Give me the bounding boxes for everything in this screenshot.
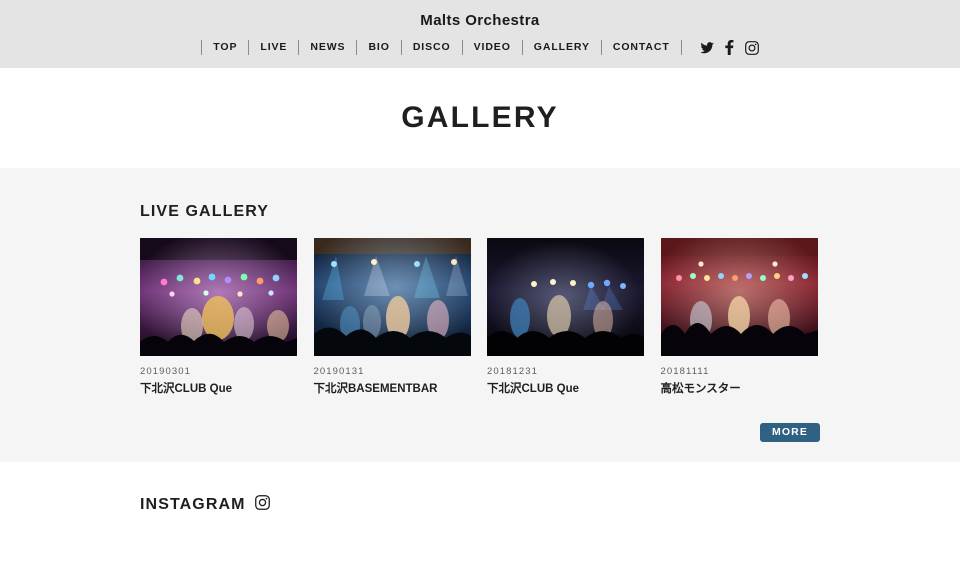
instagram-icon[interactable] [744, 40, 759, 55]
instagram-icon[interactable] [254, 495, 270, 515]
nav-item-top[interactable]: TOP [202, 40, 248, 55]
nav-item-news[interactable]: NEWS [299, 40, 356, 55]
main-navigation: TOP LIVE NEWS BIO DISCO VIDEO GALLERY CO… [0, 40, 960, 55]
nav-item-video[interactable]: VIDEO [463, 40, 522, 55]
gallery-thumbnail[interactable] [660, 238, 818, 356]
gallery-card-venue: 下北沢CLUB Que [140, 383, 232, 396]
instagram-heading-row: INSTAGRAM [140, 462, 820, 515]
gallery-card[interactable]: 20190301 下北沢CLUB Que [140, 238, 297, 397]
nav-item-contact[interactable]: CONTACT [602, 40, 681, 55]
gallery-card-venue: 下北沢CLUB Que [487, 383, 579, 396]
nav-item-disco[interactable]: DISCO [402, 40, 462, 55]
instagram-section: INSTAGRAM [0, 462, 960, 584]
gallery-thumbnail[interactable] [140, 238, 297, 356]
gallery-card-row: 20190301 下北沢CLUB Que 20190131 下北沢BASEMEN… [140, 238, 820, 397]
gallery-card[interactable]: 20181231 下北沢CLUB Que [487, 238, 644, 397]
section-heading-instagram: INSTAGRAM [140, 496, 246, 513]
gallery-thumbnail[interactable] [313, 238, 471, 356]
social-links [700, 40, 759, 55]
more-button-wrap: MORE [140, 423, 820, 443]
gallery-card-venue: 高松モンスター [660, 383, 741, 396]
facebook-icon[interactable] [725, 40, 734, 55]
nav-item-gallery[interactable]: GALLERY [523, 40, 601, 55]
gallery-card[interactable]: 20181111 高松モンスター [660, 238, 818, 397]
gallery-card-date: 20181111 [660, 366, 710, 377]
gallery-card-date: 20190131 [313, 366, 365, 377]
nav-item-bio[interactable]: BIO [357, 40, 400, 55]
gallery-card-venue: 下北沢BASEMENTBAR [313, 383, 438, 396]
gallery-thumbnail[interactable] [487, 238, 644, 356]
more-button[interactable]: MORE [760, 423, 820, 443]
nav-separator [680, 40, 682, 55]
gallery-card-date: 20190301 [140, 366, 192, 377]
twitter-icon[interactable] [700, 41, 714, 54]
page-title-band: GALLERY [0, 68, 960, 168]
site-header: Malts Orchestra TOP LIVE NEWS BIO DISCO … [0, 0, 960, 68]
gallery-card-date: 20181231 [487, 366, 539, 377]
section-heading-live-gallery: LIVE GALLERY [140, 203, 270, 220]
site-title: Malts Orchestra [420, 12, 540, 29]
nav-item-live[interactable]: LIVE [249, 40, 298, 55]
gallery-card[interactable]: 20190131 下北沢BASEMENTBAR [313, 238, 471, 397]
live-gallery-section: LIVE GALLERY 20190301 下北沢CLUB Que 201901… [0, 168, 960, 462]
page-title: GALLERY [401, 101, 559, 134]
